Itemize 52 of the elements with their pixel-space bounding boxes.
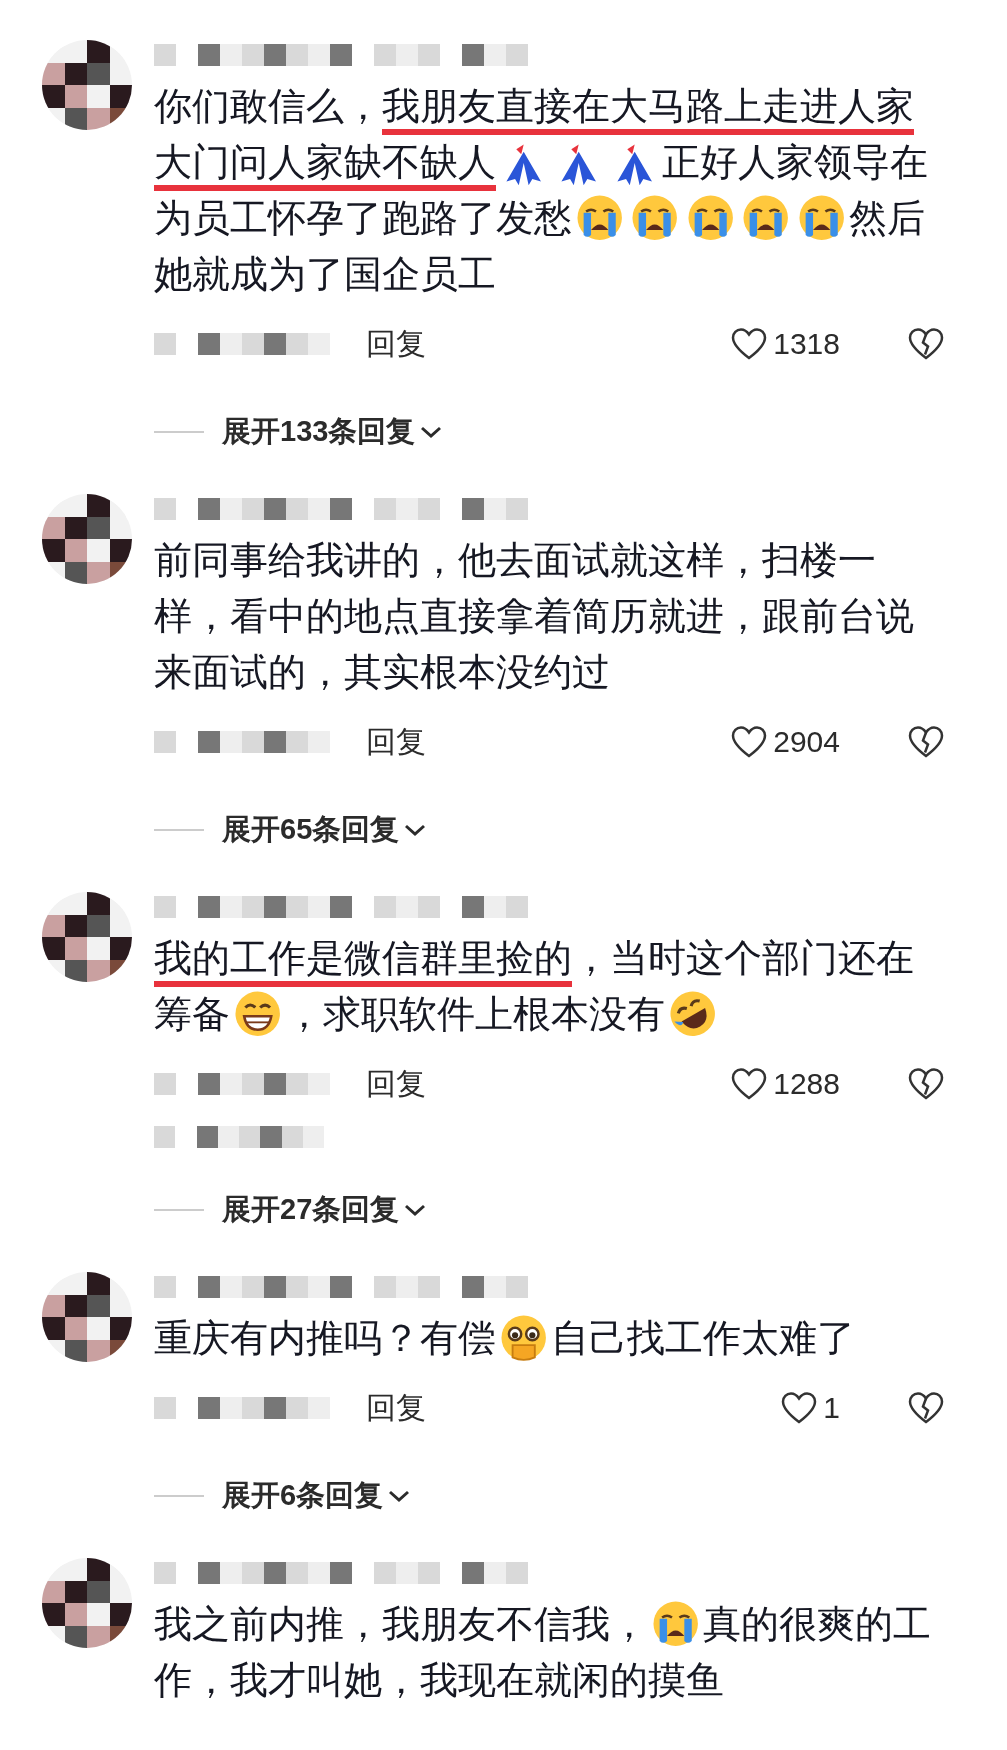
comment-text: 来面试的，其实根本没约过 [154,650,610,695]
chevron-down-icon [403,822,428,838]
teary-face-icon [499,1313,549,1363]
laughing-face-icon [668,989,718,1039]
comment-text: 作，我才叫她，我现在就闲的摸鱼 [154,1658,724,1703]
reply-button[interactable]: 回复 [366,1063,426,1105]
reply-button[interactable]: 回复 [366,323,426,365]
comment-text: 自己找工作太难了 [551,1316,856,1361]
heart-icon[interactable] [731,725,768,759]
crying-face-icon [796,193,847,243]
comment-text: 前同事给我讲的，他去面试就这样，扫楼一 [154,538,876,583]
underlined-comment-text: 我的工作是微信群里捡的 [154,936,572,981]
expand-replies-button[interactable]: 展开6条回复 [222,1476,412,1516]
chevron-down-icon [419,424,444,440]
like-count: 1318 [773,327,840,361]
expand-replies-button[interactable]: 展开65条回复 [222,810,428,850]
comment-text: 为员工怀孕了跑路了发愁 [154,196,572,241]
broken-heart-icon[interactable] [908,1391,944,1425]
broken-heart-icon[interactable] [908,725,944,759]
like-count: 2904 [773,725,840,759]
comment-text: 重庆有内推吗？有偿 [154,1316,496,1361]
comment-text: ，求职软件上根本没有 [285,992,666,1037]
chevron-down-icon [387,1488,412,1504]
broken-heart-icon[interactable] [908,327,944,361]
broken-heart-icon[interactable] [908,1067,944,1101]
expand-replies-button[interactable]: 展开133条回复 [222,412,444,452]
like-count: 1 [823,1391,840,1425]
heart-icon[interactable] [731,1067,768,1101]
like-count: 1288 [773,1067,840,1101]
grinning-face-icon [233,989,283,1039]
comment-text: 我之前内推，我朋友不信我， [154,1602,648,1647]
chevron-down-icon [403,1202,428,1218]
comment-text: 真的很爽的工 [703,1602,932,1647]
reply-button[interactable]: 回复 [366,1387,426,1429]
expand-replies-button[interactable]: 展开27条回复 [222,1190,428,1230]
comment-text: 筹备 [154,992,230,1037]
crying-face-icon [575,193,625,243]
comment-text: 正好人家领导在 [662,140,929,185]
comment-text: 然后 [849,196,926,241]
crying-face-icon [651,1599,701,1649]
crying-face-icon [741,193,791,243]
crying-face-icon [630,193,680,243]
crying-face-icon [685,193,736,243]
comment-text: ，当时这个部门还在 [572,936,914,981]
underlined-comment-text: 大门问人家缺不缺人 [154,140,496,185]
comment-text: 你们敢信么， [154,84,382,129]
underlined-comment-text: 我朋友直接在大马路上走进人家 [382,84,914,129]
reply-button[interactable]: 回复 [366,721,426,763]
comment-text: 样，看中的地点直接拿着简历就进，跟前台说 [154,594,914,639]
heart-icon[interactable] [731,327,768,361]
heart-icon[interactable] [781,1391,818,1425]
comment-text: 她就成为了国企员工 [154,252,496,297]
